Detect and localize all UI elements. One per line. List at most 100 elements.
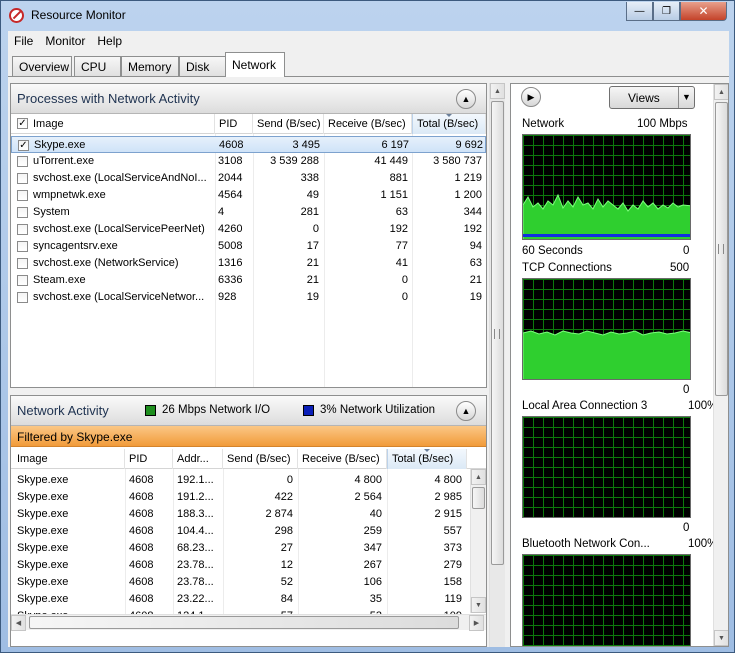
restore-button[interactable]: ❐	[653, 2, 680, 21]
cell-total: 557	[443, 525, 462, 537]
graphs-scrollbar[interactable]: ▲ ▼	[713, 84, 728, 646]
tab-memory[interactable]: Memory	[121, 56, 179, 76]
col-send[interactable]: Send (B/sec)	[253, 114, 324, 134]
main-scrollbar[interactable]: ▲	[489, 83, 505, 647]
process-checkbox[interactable]	[17, 241, 28, 252]
menu-file[interactable]: File	[8, 34, 39, 48]
process-checkbox[interactable]: ✓	[18, 140, 29, 151]
cell-receive: 0	[401, 291, 408, 303]
cell-receive: 4 800	[354, 474, 382, 486]
scroll-up-button[interactable]: ▲	[471, 469, 486, 485]
cell-send: 19	[306, 291, 319, 303]
select-all-checkbox[interactable]: ✓	[17, 118, 28, 129]
tab-disk[interactable]: Disk	[179, 56, 226, 76]
scroll-left-button[interactable]: ◀	[11, 615, 26, 631]
col-address[interactable]: Addr...	[173, 449, 223, 469]
cell-image: Skype.exe	[17, 474, 69, 486]
table-row[interactable]: System 4 281 63 344	[11, 204, 486, 221]
minimize-button[interactable]: —	[626, 2, 653, 21]
views-label: Views	[628, 91, 660, 105]
table-row[interactable]: Skype.exe 4608 188.3... 2 874 40 2 915	[11, 506, 486, 523]
network-util-swatch	[303, 405, 314, 416]
table-row[interactable]: svchost.exe (NetworkService) 1316 21 41 63	[11, 255, 486, 272]
cell-addr: 188.3...	[177, 508, 214, 520]
cell-total: 2 985	[434, 491, 462, 503]
cell-image: Skype.exe	[17, 508, 69, 520]
network-graph-max: 100 Mbps	[637, 118, 688, 130]
scroll-down-button[interactable]: ▼	[471, 597, 486, 613]
cell-send: 2 874	[265, 508, 293, 520]
table-row[interactable]: Skype.exe 4608 191.2... 422 2 564 2 985	[11, 489, 486, 506]
cell-pid: 6336	[218, 274, 243, 286]
network-activity-header[interactable]: Network Activity 26 Mbps Network I/O 3% …	[11, 396, 486, 426]
col-send[interactable]: Send (B/sec)	[223, 449, 298, 469]
table-row[interactable]: Skype.exe 4608 104.4... 298 259 557	[11, 523, 486, 540]
cell-pid: 4608	[219, 139, 244, 151]
process-checkbox[interactable]	[17, 173, 28, 184]
cell-image: svchost.exe (LocalServiceAndNoI...	[33, 172, 207, 184]
table-row[interactable]: svchost.exe (LocalServiceAndNoI... 2044 33…	[11, 170, 486, 187]
col-total[interactable]: Total (B/sec)	[412, 114, 486, 134]
table-row[interactable]: Skype.exe 4608 68.23... 27 347 373	[11, 540, 486, 557]
table-row[interactable]: svchost.exe (LocalServiceNetwor... 928 19 0…	[11, 289, 486, 306]
table-row[interactable]: Skype.exe 4608 23.78... 12 267 279	[11, 557, 486, 574]
scroll-down-button[interactable]: ▼	[714, 630, 728, 646]
table-row[interactable]: Steam.exe 6336 21 0 21	[11, 272, 486, 289]
cell-send: 3 495	[292, 139, 320, 151]
activity-horizontal-scrollbar[interactable]: ◀ ▶	[11, 614, 486, 631]
menu-help[interactable]: Help	[91, 34, 128, 48]
col-image[interactable]: Image	[29, 114, 215, 134]
col-receive[interactable]: Receive (B/sec)	[298, 449, 387, 469]
title-bar[interactable]: Resource Monitor — ❐ ✕	[1, 1, 734, 31]
process-checkbox[interactable]	[17, 156, 28, 167]
table-row[interactable]: wmpnetwk.exe 4564 49 1 151 1 200	[11, 187, 486, 204]
table-row[interactable]: Skype.exe 4608 23.22... 84 35 119	[11, 591, 486, 608]
dropdown-arrow-icon[interactable]: ▼	[678, 87, 694, 108]
network-activity-panel: Network Activity 26 Mbps Network I/O 3% …	[10, 395, 487, 647]
process-checkbox[interactable]	[17, 292, 28, 303]
hscroll-thumb[interactable]	[29, 616, 459, 629]
scroll-right-button[interactable]: ▶	[469, 615, 484, 631]
network-activity-collapse-button[interactable]: ▲	[456, 401, 476, 421]
table-row[interactable]: syncagentsrv.exe 5008 17 77 94	[11, 238, 486, 255]
tcp-graph-min: 0	[683, 384, 690, 396]
close-button[interactable]: ✕	[680, 2, 727, 21]
tab-cpu[interactable]: CPU	[74, 56, 121, 76]
cell-pid: 5008	[218, 240, 243, 252]
cell-pid: 1316	[218, 257, 243, 269]
process-checkbox[interactable]	[17, 275, 28, 286]
process-checkbox[interactable]	[17, 224, 28, 235]
tab-overview[interactable]: Overview	[12, 56, 72, 76]
table-row[interactable]: Skype.exe 4608 23.78... 52 106 158	[11, 574, 486, 591]
restore-icon: ❐	[662, 5, 671, 17]
process-checkbox[interactable]	[17, 190, 28, 201]
processes-collapse-button[interactable]: ▲	[456, 89, 476, 109]
col-pid[interactable]: PID	[125, 449, 173, 469]
process-checkbox[interactable]	[17, 207, 28, 218]
cell-pid: 4564	[218, 189, 243, 201]
scroll-up-button[interactable]: ▲	[714, 84, 728, 100]
scroll-up-button[interactable]: ▲	[490, 83, 505, 99]
activity-vertical-scrollbar[interactable]: ▲ ▼	[470, 469, 486, 613]
table-row[interactable]: svchost.exe (LocalServicePeerNet) 4260 0 19…	[11, 221, 486, 238]
table-row[interactable]: ✓ Skype.exe 4608 3 495 6 197 9 692	[11, 136, 486, 153]
table-row[interactable]: Skype.exe 4608 192.1... 0 4 800 4 800	[11, 472, 486, 489]
cell-addr: 191.2...	[177, 491, 214, 503]
col-receive[interactable]: Receive (B/sec)	[324, 114, 412, 134]
tab-network[interactable]: Network	[225, 52, 285, 77]
cell-receive: 267	[363, 559, 382, 571]
menu-monitor[interactable]: Monitor	[39, 34, 91, 48]
process-checkbox[interactable]	[17, 258, 28, 269]
col-image[interactable]: Image	[13, 449, 125, 469]
cell-total: 158	[443, 576, 462, 588]
cell-receive: 1 151	[380, 189, 408, 201]
graphs-collapse-button[interactable]: ▶	[521, 87, 541, 107]
scroll-thumb[interactable]	[472, 487, 485, 509]
cell-receive: 77	[395, 240, 408, 252]
cell-send: 84	[280, 593, 293, 605]
col-total[interactable]: Total (B/sec)	[387, 449, 467, 469]
table-row[interactable]: uTorrent.exe 3108 3 539 288 41 449 3 580 737	[11, 153, 486, 170]
views-button[interactable]: Views ▼	[609, 86, 695, 109]
processes-header[interactable]: Processes with Network Activity ▲	[11, 84, 486, 114]
col-pid[interactable]: PID	[215, 114, 253, 134]
